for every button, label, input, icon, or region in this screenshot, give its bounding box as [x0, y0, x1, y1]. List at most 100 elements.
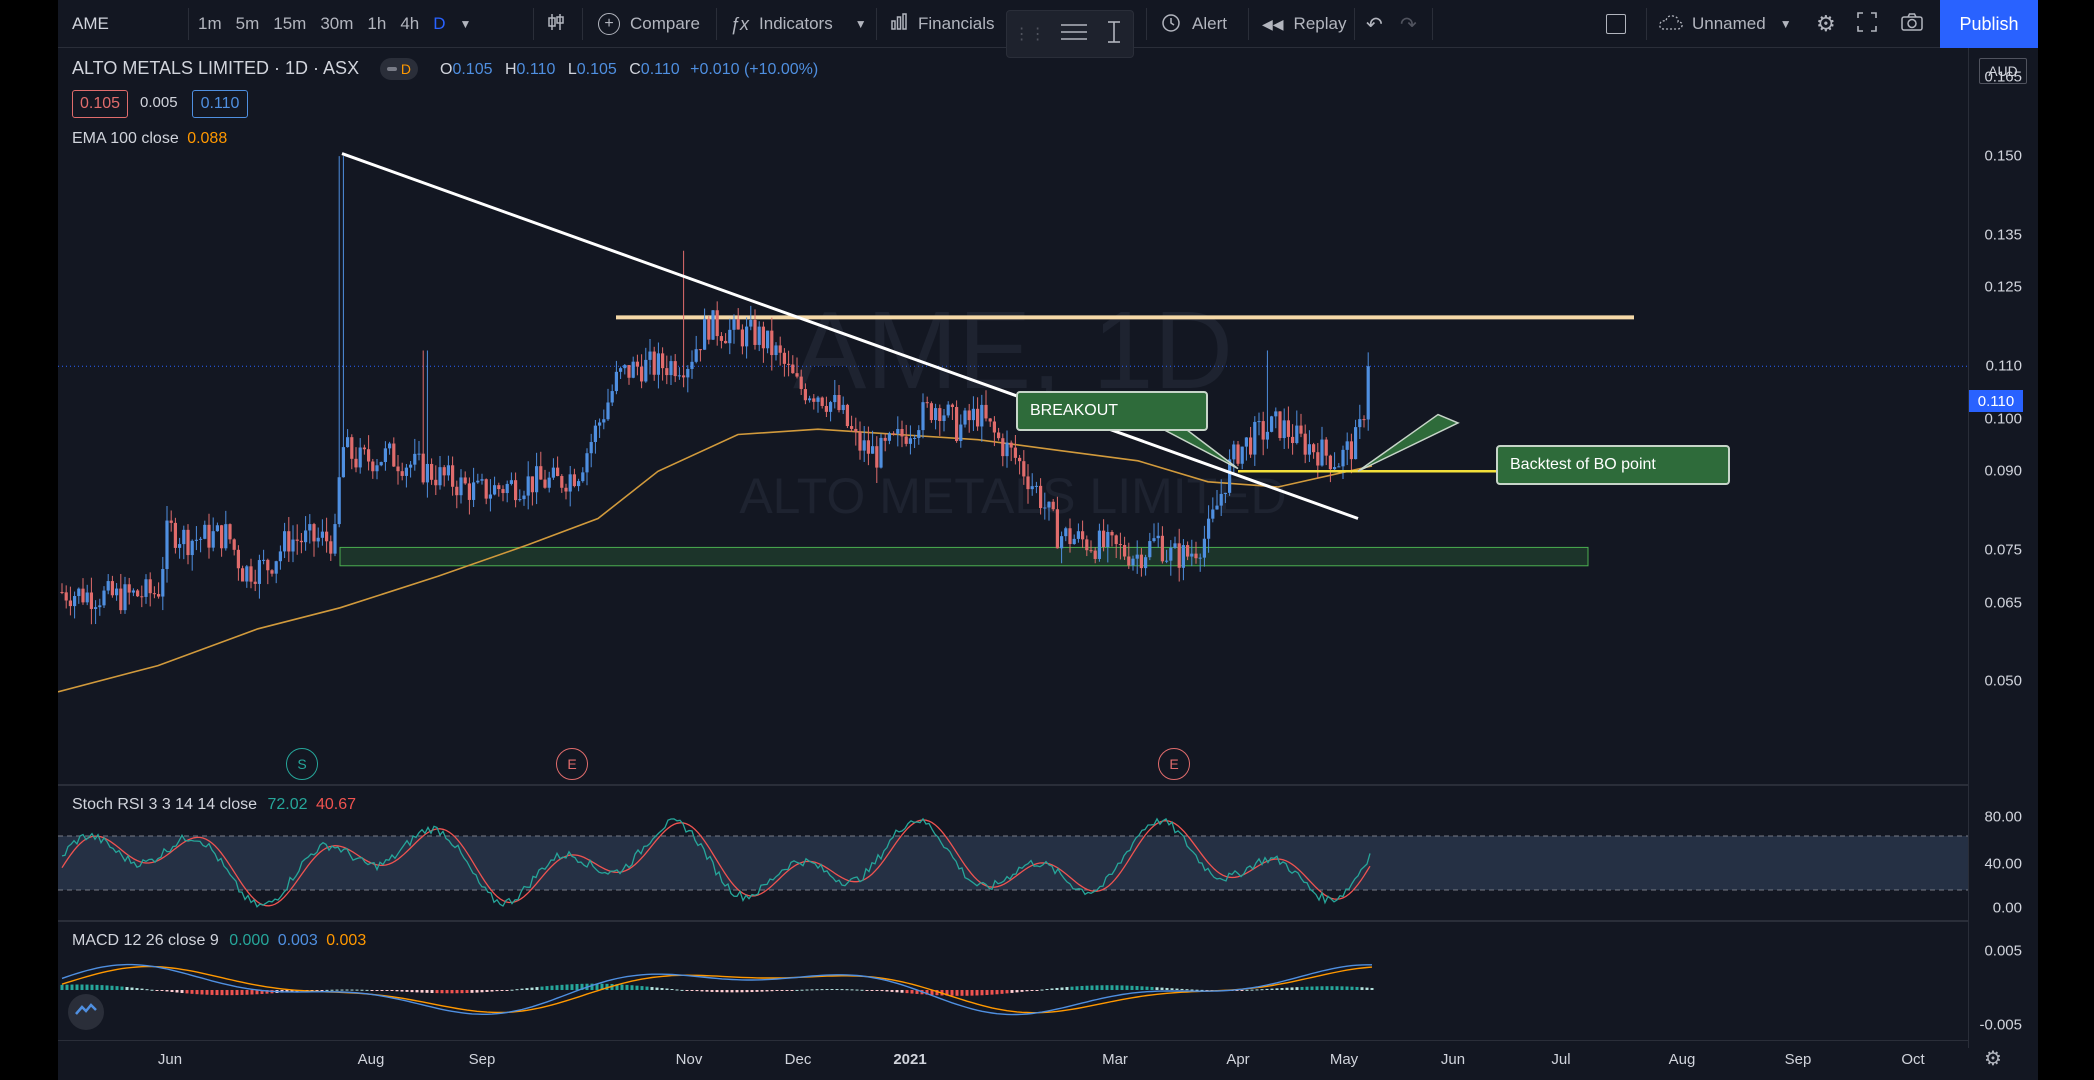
- candle-body: [568, 474, 572, 492]
- financials-button[interactable]: Financials: [890, 0, 995, 48]
- fullscreen-button[interactable]: [1856, 0, 1878, 48]
- candle-body: [589, 442, 593, 454]
- earnings-event-marker[interactable]: E: [556, 748, 588, 780]
- tradingview-logo[interactable]: [68, 994, 104, 1030]
- macd-histogram-bar: [1085, 985, 1089, 990]
- candle-body: [1286, 420, 1290, 437]
- candle-body: [1148, 541, 1152, 558]
- candle-body: [1270, 416, 1274, 432]
- buy-button[interactable]: 0.110: [192, 90, 248, 118]
- candle-body: [178, 544, 182, 548]
- time-axis[interactable]: Jun Aug Sep Nov Dec 2021 Mar Apr May Jun Jul Aug Sep…: [58, 1040, 1968, 1080]
- compare-button[interactable]: + Compare: [598, 0, 700, 48]
- interval-button[interactable]: 5m: [236, 14, 260, 34]
- price-chart-canvas[interactable]: AME, 1DALTO METALS LIMITED: [58, 48, 1968, 1080]
- chart-type-button[interactable]: [546, 0, 566, 48]
- macd-histogram-bar: [1300, 986, 1304, 990]
- candle-body: [85, 592, 89, 603]
- market-status-badge[interactable]: D: [380, 58, 418, 80]
- macd-histogram-bar: [870, 990, 874, 991]
- candle-body: [161, 569, 165, 597]
- interval-button[interactable]: 1h: [367, 14, 386, 34]
- settings-button[interactable]: ⚙: [1816, 0, 1836, 48]
- publish-button[interactable]: Publish: [1940, 0, 2038, 48]
- symbol-search[interactable]: AME: [72, 0, 109, 48]
- candle-body: [1001, 438, 1005, 457]
- macd-histogram-bar: [95, 984, 99, 990]
- indicators-button[interactable]: ƒx Indicators ▼: [730, 0, 867, 48]
- text-cursor-icon[interactable]: [1102, 19, 1126, 50]
- candle-body: [1081, 531, 1085, 540]
- pane-divider[interactable]: [58, 784, 2038, 786]
- axis-settings-button[interactable]: ⚙: [1984, 1046, 2002, 1071]
- chevron-down-icon[interactable]: ▼: [460, 17, 472, 31]
- snapshot-button[interactable]: [1900, 0, 1924, 48]
- breakout-callout[interactable]: BREAKOUT: [1016, 391, 1208, 431]
- macd-legend[interactable]: MACD 12 26 close 9 0.000 0.003 0.003: [72, 932, 366, 950]
- replay-button[interactable]: ◀◀ Replay: [1262, 0, 1346, 48]
- candle-body: [283, 531, 287, 552]
- ema-legend[interactable]: EMA 100 close 0.088: [72, 130, 227, 148]
- macd-histogram-bar: [1320, 986, 1324, 990]
- candle-body: [1018, 457, 1022, 462]
- layout-toggle-button[interactable]: [1606, 0, 1626, 48]
- toolbar-divider: [188, 8, 189, 40]
- macd-histogram-bar: [1035, 990, 1039, 991]
- macd-histogram-bar: [135, 988, 139, 990]
- macd-histogram-bar: [1155, 987, 1159, 990]
- redo-button[interactable]: ↷: [1400, 0, 1417, 48]
- square-icon: [1606, 14, 1626, 34]
- earnings-event-marker[interactable]: E: [1158, 748, 1190, 780]
- candle-body: [1303, 433, 1307, 455]
- candle-body: [539, 466, 543, 480]
- macd-histogram-bar: [520, 988, 524, 990]
- candle-body: [808, 398, 812, 401]
- interval-button[interactable]: 1m: [198, 14, 222, 34]
- candle-body: [1307, 444, 1311, 455]
- price-axis[interactable]: AUD 0.165 0.150 0.135 0.125 0.110 0.100 0.090 0…: [1968, 48, 2038, 1048]
- layout-name-button[interactable]: Unnamed ▼: [1658, 0, 1792, 48]
- split-event-marker[interactable]: S: [286, 748, 318, 780]
- candle-body: [186, 529, 190, 556]
- candle-body: [152, 593, 156, 595]
- candle-body: [1068, 528, 1072, 545]
- line-settings-icon[interactable]: [1059, 21, 1089, 48]
- candle-body: [400, 471, 404, 476]
- interval-button[interactable]: D: [433, 14, 445, 34]
- candle-body: [610, 391, 614, 403]
- macd-histogram-bar: [850, 989, 854, 991]
- macd-histogram-bar: [1305, 986, 1309, 990]
- stoch-rsi-pane: [58, 817, 1968, 908]
- interval-button[interactable]: 4h: [400, 14, 419, 34]
- sell-button[interactable]: 0.105: [72, 90, 128, 118]
- indicators-label: Indicators: [759, 14, 833, 33]
- candle-body: [1320, 439, 1324, 466]
- candles-icon: [546, 12, 566, 37]
- candle-body: [963, 410, 967, 425]
- backtest-callout[interactable]: Backtest of BO point: [1496, 445, 1730, 485]
- pane-divider[interactable]: [58, 920, 2038, 922]
- macd-histogram-bar: [670, 989, 674, 991]
- candle-body: [442, 467, 446, 476]
- macd-tick: 0.005: [1984, 942, 2022, 960]
- candle-body: [875, 446, 879, 468]
- macd-histogram-bar: [830, 989, 834, 991]
- candle-body: [421, 453, 425, 483]
- macd-histogram-bar: [750, 990, 754, 993]
- interval-button[interactable]: 15m: [273, 14, 306, 34]
- alert-button[interactable]: Alert: [1160, 0, 1227, 48]
- macd-histogram-bar: [955, 990, 959, 996]
- interval-button[interactable]: 30m: [320, 14, 353, 34]
- price-tick: 0.065: [1984, 594, 2022, 612]
- macd-histogram-bar: [630, 985, 634, 990]
- macd-histogram-bar: [400, 990, 404, 992]
- stoch-legend[interactable]: Stoch RSI 3 3 14 14 close 72.02 40.67: [72, 796, 356, 814]
- drag-handle-icon[interactable]: ⋮⋮: [1014, 24, 1046, 44]
- macd-histogram-bar: [995, 990, 999, 995]
- macd-histogram-bar: [570, 984, 574, 990]
- candle-body: [1291, 436, 1295, 444]
- macd-histogram-bar: [685, 990, 689, 991]
- undo-button[interactable]: ↶: [1366, 0, 1383, 48]
- candle-body: [892, 433, 896, 435]
- candle-body: [1043, 507, 1047, 509]
